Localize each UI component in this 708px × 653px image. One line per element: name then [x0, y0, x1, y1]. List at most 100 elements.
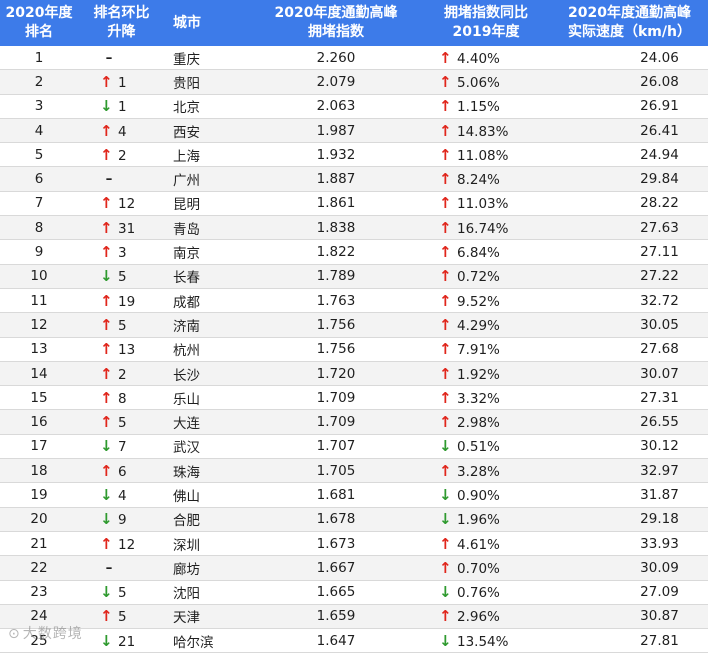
rank-cell: 13	[0, 337, 78, 362]
table-row: 12 ↑ 5 济南 1.756 ↑ 4.29% 30.05	[0, 312, 708, 338]
rank-change-value: 3	[118, 245, 127, 262]
city-cell: 上海	[165, 142, 251, 168]
city-cell: 天津	[165, 604, 251, 630]
speed-cell: 30.07	[551, 361, 708, 387]
congestion-index-cell: 1.756	[251, 312, 421, 338]
rank-change-cell: ↓ 7	[78, 434, 165, 460]
congestion-index-cell: 2.063	[251, 94, 421, 119]
city-cell: 重庆	[165, 46, 251, 71]
ranking-table-container: 2020年度 排名 排名环比 升降 城市 2020年度通勤高峰 拥堵指数 拥堵指…	[0, 0, 708, 653]
rank-change-value: 2	[118, 147, 127, 164]
rank-change-cell: ↓ 1	[78, 94, 165, 119]
congestion-index-cell: 1.720	[251, 361, 421, 387]
rank-down-arrow-icon: ↓	[100, 510, 113, 529]
speed-cell: 28.22	[551, 191, 708, 217]
speed-cell: 29.84	[551, 166, 708, 192]
yoy-up-arrow-icon: ↑	[439, 243, 452, 262]
yoy-up-arrow-icon: ↑	[439, 291, 452, 310]
header-city-label: 城市	[173, 14, 201, 31]
speed-cell: 27.11	[551, 239, 708, 265]
yoy-up-arrow-icon: ↑	[439, 48, 452, 67]
rank-change-cell: ↑ 2	[78, 361, 165, 387]
rank-change-value: 12	[118, 536, 136, 553]
table-row: 7 ↑ 12 昆明 1.861 ↑ 11.03% 28.22	[0, 191, 708, 217]
rank-change-value: 19	[118, 293, 136, 310]
rank-unchanged-dash-icon: –	[105, 559, 113, 576]
speed-cell: 27.81	[551, 628, 708, 653]
congestion-index-cell: 1.763	[251, 288, 421, 314]
yoy-cell: ↑ 0.72%	[421, 264, 551, 289]
city-cell: 贵阳	[165, 69, 251, 95]
congestion-index-cell: 2.079	[251, 69, 421, 95]
yoy-cell: ↑ 3.32%	[421, 385, 551, 411]
congestion-index-cell: 1.887	[251, 166, 421, 192]
header-city: 城市	[165, 0, 251, 46]
watermark-logo-icon: ⊙	[8, 626, 21, 642]
rank-up-arrow-icon: ↑	[100, 461, 113, 480]
speed-cell: 30.12	[551, 434, 708, 460]
speed-cell: 24.94	[551, 142, 708, 168]
city-cell: 成都	[165, 288, 251, 314]
yoy-cell: ↑ 11.03%	[421, 191, 551, 217]
rank-down-arrow-icon: ↓	[100, 267, 113, 286]
speed-cell: 30.87	[551, 604, 708, 630]
congestion-index-cell: 1.822	[251, 239, 421, 265]
rank-change-value: 12	[118, 196, 136, 213]
yoy-up-arrow-icon: ↑	[439, 413, 452, 432]
rank-change-cell: ↑ 1	[78, 69, 165, 95]
rank-up-arrow-icon: ↑	[100, 364, 113, 383]
yoy-cell: ↑ 2.96%	[421, 604, 551, 630]
yoy-up-arrow-icon: ↑	[439, 534, 452, 553]
rank-cell: 14	[0, 361, 78, 387]
yoy-cell: ↑ 4.29%	[421, 312, 551, 338]
watermark: ⊙ 大数跨境	[8, 623, 83, 643]
header-yoy-label: 拥堵指数同比 2019年度	[444, 5, 528, 40]
rank-change-cell: ↓ 9	[78, 507, 165, 532]
yoy-value: 2.96%	[457, 609, 500, 626]
rank-up-arrow-icon: ↑	[100, 388, 113, 407]
city-cell: 青岛	[165, 215, 251, 241]
rank-change-cell: ↑ 6	[78, 458, 165, 484]
yoy-up-arrow-icon: ↑	[439, 218, 452, 237]
rank-up-arrow-icon: ↑	[100, 218, 113, 237]
rank-down-arrow-icon: ↓	[100, 485, 113, 504]
speed-cell: 27.09	[551, 580, 708, 605]
yoy-up-arrow-icon: ↑	[439, 461, 452, 480]
rank-up-arrow-icon: ↑	[100, 243, 113, 262]
yoy-cell: ↑ 16.74%	[421, 215, 551, 241]
rank-change-cell: ↑ 2	[78, 142, 165, 168]
speed-cell: 26.55	[551, 409, 708, 435]
rank-change-cell: ↑ 12	[78, 531, 165, 557]
header-index: 2020年度通勤高峰 拥堵指数	[251, 0, 421, 46]
table-row: 21 ↑ 12 深圳 1.673 ↑ 4.61% 33.93	[0, 531, 708, 557]
yoy-value: 4.29%	[457, 317, 500, 334]
yoy-down-arrow-icon: ↓	[439, 510, 452, 529]
rank-change-cell: ↓ 5	[78, 580, 165, 605]
yoy-down-arrow-icon: ↓	[439, 583, 452, 602]
yoy-value: 14.83%	[457, 123, 509, 140]
yoy-cell: ↑ 0.70%	[421, 555, 551, 581]
rank-up-arrow-icon: ↑	[100, 340, 113, 359]
congestion-index-cell: 1.705	[251, 458, 421, 484]
table-row: 1 – 重庆 2.260 ↑ 4.40% 24.06	[0, 46, 708, 71]
header-speed-label: 2020年度通勤高峰 实际速度（km/h）	[568, 5, 691, 40]
rank-up-arrow-icon: ↑	[100, 534, 113, 553]
rank-change-cell: ↑ 31	[78, 215, 165, 241]
yoy-cell: ↑ 7.91%	[421, 337, 551, 362]
rank-change-cell: ↑ 5	[78, 604, 165, 630]
rank-change-value: 9	[118, 512, 127, 529]
yoy-value: 6.84%	[457, 245, 500, 262]
rank-change-cell: –	[78, 555, 165, 581]
yoy-up-arrow-icon: ↑	[439, 388, 452, 407]
congestion-index-cell: 1.659	[251, 604, 421, 630]
table-row: 4 ↑ 4 西安 1.987 ↑ 14.83% 26.41	[0, 118, 708, 144]
rank-cell: 10	[0, 264, 78, 289]
yoy-up-arrow-icon: ↑	[439, 607, 452, 626]
city-cell: 北京	[165, 94, 251, 119]
city-cell: 佛山	[165, 482, 251, 508]
table-row: 18 ↑ 6 珠海 1.705 ↑ 3.28% 32.97	[0, 458, 708, 484]
rank-up-arrow-icon: ↑	[100, 194, 113, 213]
yoy-down-arrow-icon: ↓	[439, 437, 452, 456]
yoy-value: 2.98%	[457, 415, 500, 432]
rank-cell: 7	[0, 191, 78, 217]
